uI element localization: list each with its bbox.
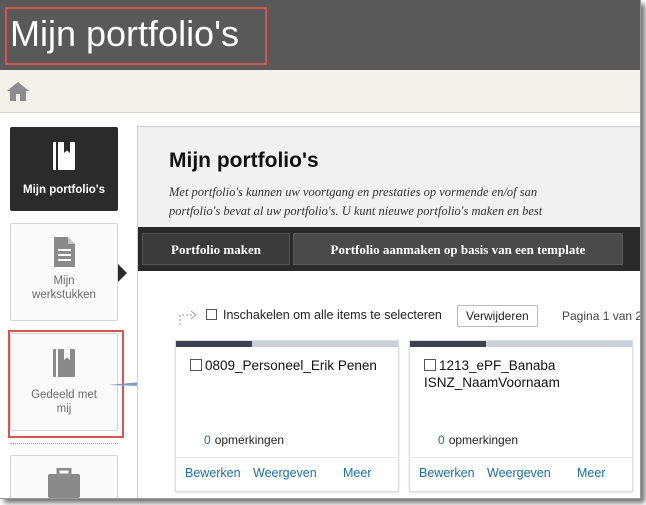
card-bar-dark [410,341,486,347]
card-comments: 0 opmerkingen [438,433,518,447]
more-link[interactable]: Meer [577,466,605,480]
description-line: Met portfolio's kunnen uw voortgang en p… [169,185,538,199]
portfolio-card[interactable]: 1213_ePF_Banaba ISNZ_NaamVoornaam 0 opmer… [409,340,633,492]
sidebar: Mijn portfolio's Mijn werkstukken Gedeel… [0,113,134,498]
comment-label: opmerkingen [214,433,285,447]
sidebar-item-label: Mijn portfolio's [23,184,105,196]
action-toolbar: Portfolio maken Portfolio aanmaken op ba… [138,227,640,271]
description-line: portfolio's bevat al uw portfolio's. U k… [169,204,543,218]
card-comments: 0 opmerkingen [204,433,284,447]
portfolio-card[interactable]: 0809_Personeel_Erik Penen 0 opmerkingen B… [175,340,399,492]
page-description: Met portfolio's kunnen uw voortgang en p… [169,183,639,221]
corner-arrow-icon [179,310,197,325]
active-indicator [118,264,127,282]
portfolio-book-icon [53,142,75,170]
comment-count: 0 [438,433,445,447]
card-divider [410,457,632,458]
page-header: Mijn portfolio's Met portfolio's kunnen … [138,127,640,227]
card-bar-light [252,341,398,347]
comment-label: opmerkingen [448,433,519,447]
comment-count: 0 [204,433,211,447]
divider [10,443,118,444]
sidebar-item-my-portfolios[interactable]: Mijn portfolio's [10,127,118,211]
select-all-label: Inschakelen om alle items te selecteren [223,308,442,322]
card-bar-light [486,341,632,347]
sidebar-item-more[interactable] [10,455,118,498]
app-window: Mijn portfolio's Mijn portfolio's Mijn w… [0,0,641,499]
sidebar-item-label: Mijn werkstukken [32,275,96,301]
briefcase-icon [48,468,80,498]
view-link[interactable]: Weergeven [253,466,317,480]
page-title: Mijn portfolio's [169,149,319,172]
create-from-template-button[interactable]: Portfolio aanmaken op basis van een temp… [293,233,623,265]
card-title-text: 1213_ePF_Banaba ISNZ_NaamVoornaam [424,358,560,390]
delete-button[interactable]: Verwijderen [457,305,538,327]
card-divider [176,457,398,458]
card-title[interactable]: 0809_Personeel_Erik Penen [190,357,395,374]
app-title: Mijn portfolio's [10,13,239,54]
card-title[interactable]: 1213_ePF_Banaba ISNZ_NaamVoornaam [424,357,629,391]
select-all[interactable]: Inschakelen om alle items te selecteren [206,308,442,322]
card-title-text: 0809_Personeel_Erik Penen [205,358,377,373]
edit-link[interactable]: Bewerken [185,466,241,480]
select-all-checkbox[interactable] [206,309,217,321]
card-bar-dark [176,341,252,347]
view-link[interactable]: Weergeven [487,466,551,480]
pagination-label: Pagina 1 van 2 [562,309,641,323]
breadcrumb [0,70,640,113]
edit-link[interactable]: Bewerken [419,466,475,480]
home-icon[interactable] [6,80,30,102]
sidebar-item-my-works[interactable]: Mijn werkstukken [10,223,118,321]
card-checkbox[interactable] [190,359,202,372]
header-bar: Mijn portfolio's [0,0,640,70]
create-portfolio-button[interactable]: Portfolio maken [142,233,290,265]
document-icon [54,237,75,267]
more-link[interactable]: Meer [343,466,371,480]
main-panel: Mijn portfolio's Met portfolio's kunnen … [137,126,641,498]
card-checkbox[interactable] [424,359,436,372]
